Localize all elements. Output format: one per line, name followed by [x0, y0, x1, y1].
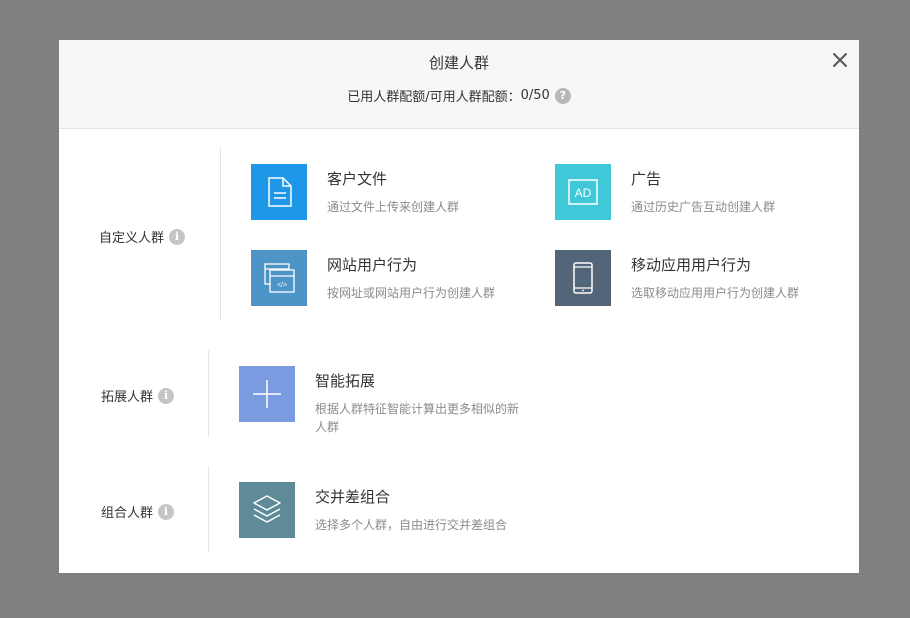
create-audience-dialog: 创建人群 已用人群配额/可用人群配额： 0/50 ? 自定义人群 i 客户文件 …: [59, 40, 859, 573]
card-description: 通过历史广告互动创建人群: [631, 200, 776, 214]
quota-label: 已用人群配额/可用人群配额：: [347, 90, 521, 105]
card-title: 广告: [631, 170, 662, 188]
mobile-phone-icon: [555, 250, 611, 306]
layers-icon: [239, 482, 295, 538]
ad-icon: AD: [555, 164, 611, 220]
help-icon[interactable]: ?: [554, 87, 571, 104]
section-label-text: 自定义人群: [99, 231, 165, 246]
card-description: 选择多个人群，自由进行交并差组合: [315, 518, 508, 532]
quota-value: 0/50: [520, 88, 550, 103]
card-customer-file[interactable]: 客户文件 通过文件上传来创建人群: [251, 164, 511, 224]
section-divider: [208, 466, 209, 553]
section-divider: [208, 350, 209, 437]
document-icon: [251, 164, 307, 220]
section-expand-audience: 拓展人群 i 智能拓展 根据人群特征智能计算出更多相似的新人群: [59, 350, 859, 450]
card-smart-expand[interactable]: 智能拓展 根据人群特征智能计算出更多相似的新人群: [239, 366, 539, 436]
card-title: 网站用户行为: [327, 256, 418, 274]
section-custom-audience: 自定义人群 i 客户文件 通过文件上传来创建人群 AD 广告 通过历史广告互动创…: [59, 148, 859, 332]
card-set-combination[interactable]: 交并差组合 选择多个人群，自由进行交并差组合: [239, 482, 539, 542]
section-label-custom: 自定义人群 i: [99, 227, 186, 246]
info-icon[interactable]: i: [169, 228, 186, 245]
section-label-text: 组合人群: [101, 506, 154, 521]
card-title: 智能拓展: [315, 372, 376, 390]
dialog-header: 创建人群 已用人群配额/可用人群配额： 0/50 ?: [59, 40, 859, 129]
code-icon-text: </>: [277, 282, 287, 289]
card-title: 交并差组合: [315, 488, 391, 506]
section-label-expand: 拓展人群 i: [101, 386, 175, 405]
section-divider: [220, 148, 221, 321]
section-label-combine: 组合人群 i: [101, 502, 175, 521]
plus-icon: [239, 366, 295, 422]
card-title: 移动应用用户行为: [631, 256, 752, 274]
card-description: 通过文件上传来创建人群: [327, 200, 460, 214]
section-label-text: 拓展人群: [101, 390, 154, 405]
card-description: 选取移动应用用户行为创建人群: [631, 286, 800, 300]
card-mobile-app-behavior[interactable]: 移动应用用户行为 选取移动应用用户行为创建人群: [555, 250, 835, 310]
card-website-behavior[interactable]: </> 网站用户行为 按网址或网站用户行为创建人群: [251, 250, 531, 310]
dialog-title: 创建人群: [428, 54, 489, 72]
info-icon[interactable]: i: [158, 503, 175, 520]
quota-info: 已用人群配额/可用人群配额： 0/50 ?: [59, 86, 859, 105]
close-icon: [833, 53, 847, 67]
website-icon: </>: [251, 250, 307, 306]
card-description: 按网址或网站用户行为创建人群: [327, 286, 496, 300]
close-button[interactable]: [830, 50, 850, 70]
card-description: 根据人群特征智能计算出更多相似的新人群: [315, 402, 520, 434]
ad-icon-text: AD: [575, 186, 592, 200]
section-combine-audience: 组合人群 i 交并差组合 选择多个人群，自由进行交并差组合: [59, 466, 859, 566]
card-ad[interactable]: AD 广告 通过历史广告互动创建人群: [555, 164, 815, 224]
info-icon[interactable]: i: [158, 387, 175, 404]
card-title: 客户文件: [327, 170, 388, 188]
